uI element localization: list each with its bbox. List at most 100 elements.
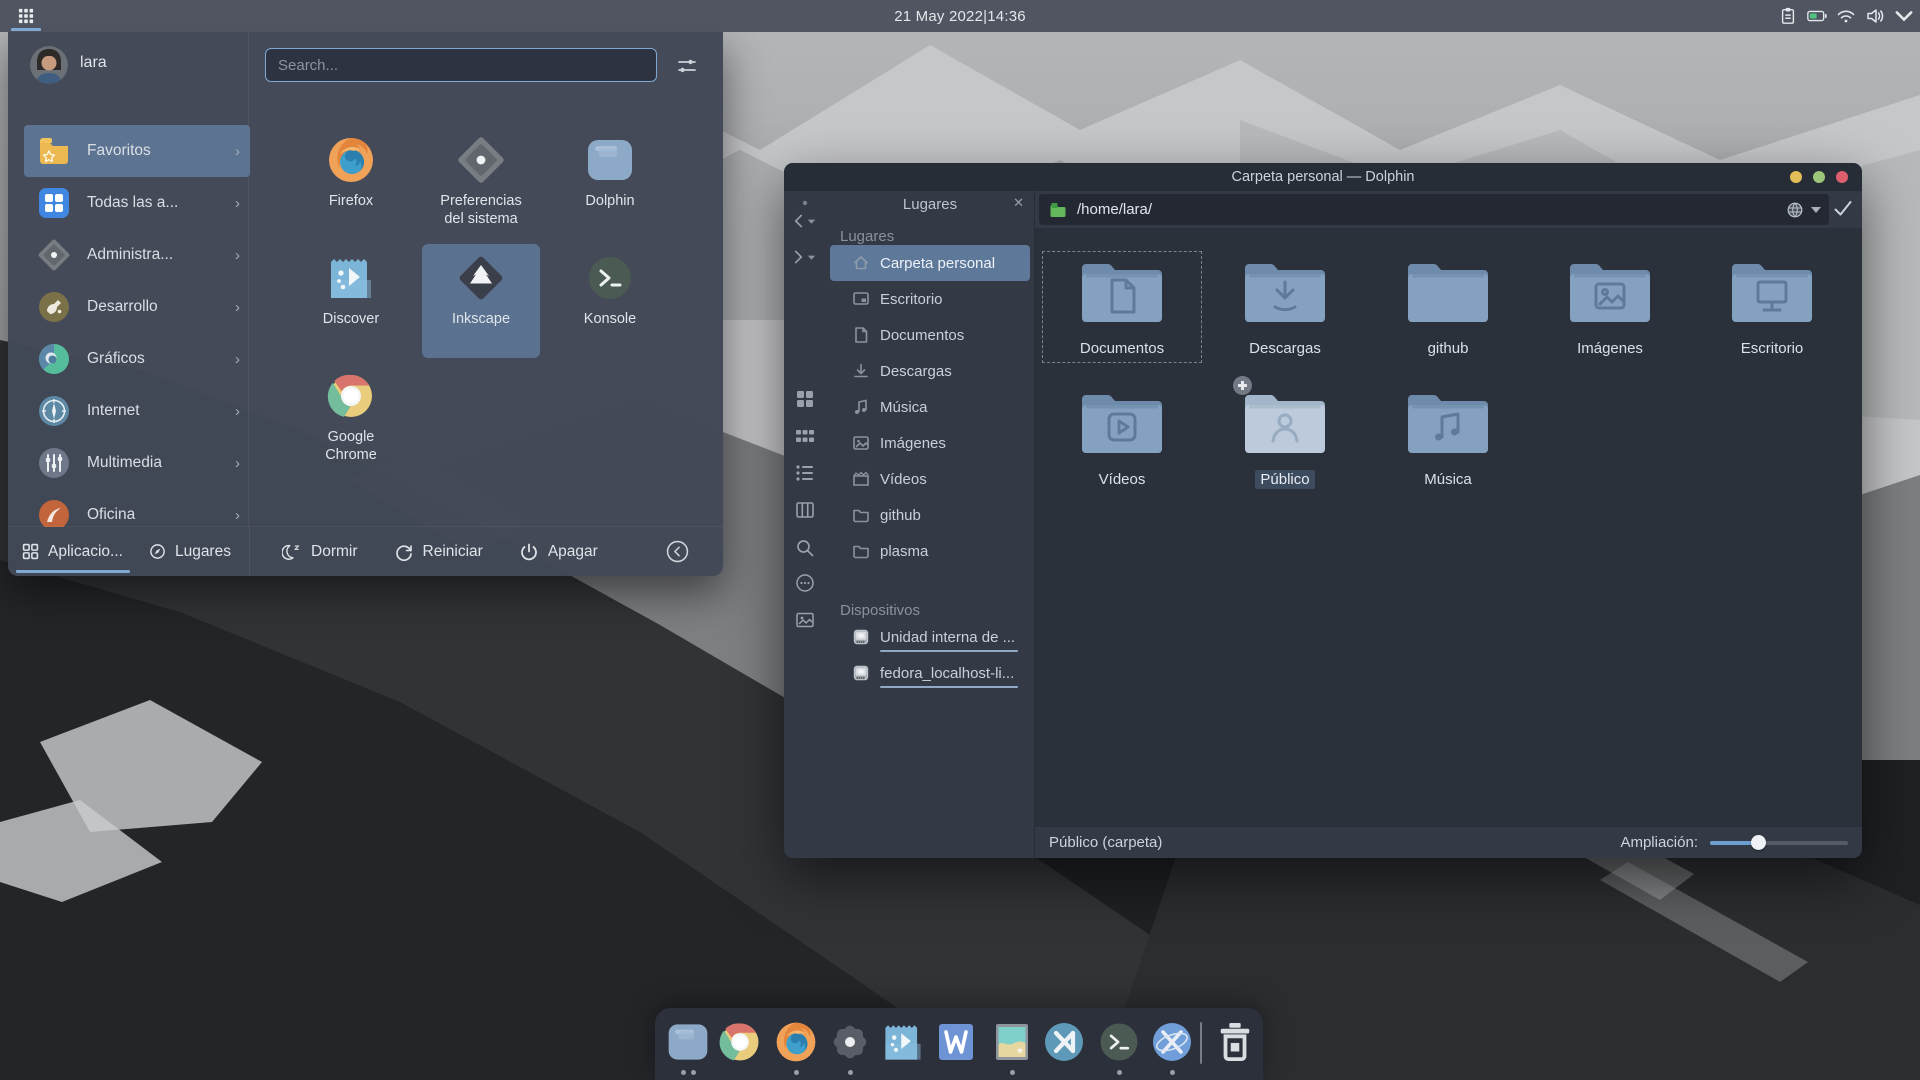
app-discover[interactable]: Discover — [292, 244, 410, 358]
folder-público[interactable]: Público — [1210, 387, 1360, 489]
location-dropdown-icon[interactable] — [1811, 207, 1821, 213]
location-bar[interactable]: /home/lara/ — [1039, 194, 1829, 225]
compass-icon — [149, 543, 166, 560]
launcher-footer: Aplicacio... Lugares Dormir Reiniciar Apaga… — [8, 526, 723, 576]
place-unidad-interna-de-[interactable]: Unidad interna de ... — [830, 619, 1030, 655]
drag-handle — [792, 193, 818, 213]
forward-icon[interactable] — [792, 247, 818, 267]
tab-label: Lugares — [175, 543, 231, 561]
compact-view-icon[interactable] — [792, 426, 818, 446]
place-github[interactable]: github — [830, 497, 1030, 533]
app-chrome[interactable]: Google Chrome — [292, 362, 410, 476]
minimize-button[interactable] — [1790, 171, 1802, 183]
window-title: Carpeta personal — Dolphin — [1232, 169, 1415, 185]
folder-label: github — [1423, 339, 1474, 358]
sleep-button[interactable]: Dormir — [282, 542, 358, 562]
dock-firefox[interactable] — [774, 1020, 818, 1064]
place-escritorio[interactable]: Escritorio — [830, 281, 1030, 317]
running-indicator — [1170, 1070, 1175, 1075]
folder-label: Vídeos — [1094, 470, 1151, 489]
place-m-sica[interactable]: Música — [830, 389, 1030, 425]
more-options-icon[interactable] — [792, 573, 818, 593]
folder-github[interactable]: github — [1373, 256, 1523, 358]
running-indicator — [794, 1070, 799, 1075]
tab-compass[interactable]: Lugares — [149, 543, 231, 561]
folder-vídeos[interactable]: Vídeos — [1047, 387, 1197, 489]
battery-icon[interactable] — [1807, 7, 1827, 25]
image-icon — [852, 434, 870, 452]
place-documentos[interactable]: Documentos — [830, 317, 1030, 353]
tab-grid[interactable]: Aplicacio... — [22, 543, 123, 561]
place-label: Vídeos — [880, 471, 927, 488]
app-inkscape[interactable]: Inkscape — [422, 244, 540, 358]
trash-icon[interactable] — [1217, 1023, 1253, 1061]
active-tab-indicator — [16, 570, 130, 573]
maximize-button[interactable] — [1813, 171, 1825, 183]
app-label: Firefox — [329, 192, 373, 210]
app-system-settings[interactable]: Preferencias del sistema — [422, 126, 540, 240]
kickoff-launcher: lara Favoritos›Todas las a...›Administra… — [8, 32, 723, 576]
place-label: Carpeta personal — [880, 255, 995, 272]
power-icon — [519, 542, 539, 562]
location-bar-controls — [1786, 194, 1821, 225]
preview-icon[interactable] — [792, 610, 818, 630]
folder-view[interactable]: DocumentosDescargas github ImágenesEscrito… — [1035, 228, 1862, 826]
clipboard-icon[interactable] — [1778, 7, 1798, 25]
app-konsole[interactable]: Konsole — [551, 244, 669, 358]
dock-system-settings[interactable] — [828, 1020, 872, 1064]
folder-icon — [1241, 387, 1329, 457]
globe-icon[interactable] — [1786, 201, 1804, 219]
place-carpeta-personal[interactable]: Carpeta personal — [830, 245, 1030, 281]
details-view-icon[interactable] — [792, 463, 818, 483]
leave-chevron-icon[interactable] — [666, 540, 689, 563]
app-firefox[interactable]: Firefox — [292, 126, 410, 240]
power-button[interactable]: Apagar — [519, 542, 598, 562]
search-icon[interactable] — [792, 538, 818, 558]
folder-imágenes[interactable]: Imágenes — [1535, 256, 1685, 358]
dolphin-icon — [585, 135, 635, 185]
folder-icon — [852, 542, 870, 560]
app-dolphin[interactable]: Dolphin — [551, 126, 669, 240]
place-descargas[interactable]: Descargas — [830, 353, 1030, 389]
dock-image-viewer[interactable] — [990, 1020, 1034, 1064]
titlebar[interactable]: Carpeta personal — Dolphin — [784, 163, 1862, 191]
wifi-icon[interactable] — [1836, 7, 1856, 25]
zoom-slider[interactable] — [1710, 835, 1848, 851]
checkmark-icon[interactable] — [1832, 197, 1854, 219]
place-label: github — [880, 507, 921, 524]
dock-discover[interactable] — [881, 1020, 925, 1064]
folder-descargas[interactable]: Descargas — [1210, 256, 1360, 358]
place-plasma[interactable]: plasma — [830, 533, 1030, 569]
dock-code-editor[interactable] — [1042, 1020, 1086, 1064]
place-im-genes[interactable]: Imágenes — [830, 425, 1030, 461]
place-v-deos[interactable]: Vídeos — [830, 461, 1030, 497]
folder-escritorio[interactable]: Escritorio — [1697, 256, 1847, 358]
dock-xorg-app[interactable] — [1150, 1020, 1194, 1064]
folder-icon — [1566, 256, 1654, 326]
close-panel-icon[interactable]: ✕ — [1013, 195, 1024, 211]
folder-música[interactable]: Música — [1373, 387, 1523, 489]
chevron-down-icon[interactable] — [1894, 7, 1914, 25]
back-icon[interactable] — [792, 211, 818, 231]
launcher-tabs: Aplicacio... Lugares — [8, 527, 249, 576]
select-plus-badge[interactable] — [1233, 376, 1252, 395]
mount-indicator — [880, 686, 1018, 688]
top-panel: 21 May 2022|14:36 — [0, 0, 1920, 32]
running-indicator — [1010, 1070, 1015, 1075]
restart-button[interactable]: Reiniciar — [394, 542, 483, 562]
folder-documentos[interactable]: Documentos — [1047, 256, 1197, 358]
places-section-title: Lugares — [826, 217, 1034, 245]
close-button[interactable] — [1836, 171, 1848, 183]
volume-icon[interactable] — [1865, 7, 1885, 25]
dock-chrome[interactable] — [718, 1020, 762, 1064]
icons-view-icon[interactable] — [792, 389, 818, 409]
dock-dolphin[interactable] — [666, 1020, 710, 1064]
dock-word-processor[interactable] — [934, 1020, 978, 1064]
home-icon — [852, 254, 870, 272]
place-fedora-localhost-li-[interactable]: fedora_localhost-li... — [830, 655, 1030, 691]
digital-clock[interactable]: 21 May 2022|14:36 — [0, 0, 1920, 32]
slider-thumb[interactable] — [1751, 835, 1766, 850]
columns-view-icon[interactable] — [792, 500, 818, 520]
dock-konsole[interactable] — [1097, 1020, 1141, 1064]
places-section-title: Dispositivos — [826, 591, 1034, 619]
